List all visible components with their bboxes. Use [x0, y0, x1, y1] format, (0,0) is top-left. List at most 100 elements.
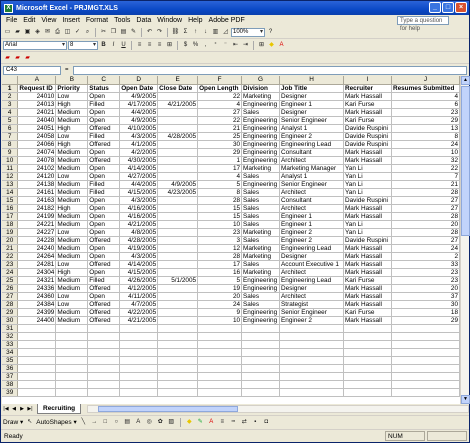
cell[interactable]: Mark Hassall — [343, 300, 392, 309]
cell[interactable]: Low — [55, 132, 89, 141]
cell[interactable]: Offered — [87, 284, 121, 293]
row-header[interactable]: 33 — [2, 340, 19, 349]
cell[interactable]: 24399 — [17, 308, 57, 317]
cell[interactable]: 4/7/2005 — [119, 300, 159, 309]
cell[interactable]: Open — [87, 172, 121, 181]
arrow-icon[interactable]: → — [90, 418, 99, 427]
cell[interactable]: 24138 — [17, 180, 57, 189]
cell[interactable]: Mark Hassall — [343, 244, 392, 253]
row-header[interactable]: 11 — [2, 164, 19, 173]
textbox-icon[interactable]: ▤ — [123, 418, 132, 427]
cell[interactable]: Sales — [241, 292, 281, 301]
cell[interactable]: Mark Hassall — [343, 268, 392, 277]
cell[interactable]: 16 — [197, 268, 243, 277]
cell[interactable] — [17, 332, 57, 341]
cell[interactable]: 5 — [197, 276, 243, 285]
row-header[interactable]: 4 — [2, 108, 19, 117]
row-header[interactable]: 22 — [2, 252, 19, 261]
menu-tools[interactable]: Tools — [111, 17, 133, 24]
cell[interactable]: 24 — [391, 244, 460, 253]
cell[interactable]: 4/1/2005 — [119, 140, 159, 149]
cell[interactable]: Engineer 2 — [279, 236, 344, 245]
cell[interactable]: 24102 — [17, 164, 57, 173]
cell[interactable]: Filled — [87, 100, 121, 109]
redo-icon[interactable]: ↷ — [155, 28, 164, 37]
pdf-review-icon[interactable]: ▰ — [23, 54, 32, 63]
first-sheet-icon[interactable]: |◀ — [2, 405, 10, 413]
cell[interactable] — [55, 388, 89, 397]
cell[interactable]: 24182 — [17, 204, 57, 213]
cell[interactable] — [87, 372, 121, 381]
cell[interactable] — [157, 356, 199, 365]
cell[interactable]: Marketing Manager — [279, 164, 344, 173]
align-left-icon[interactable]: ≡ — [135, 41, 144, 50]
cell[interactable]: 13 — [391, 124, 460, 133]
diagram-icon[interactable]: ◎ — [145, 418, 154, 427]
cell[interactable]: 24240 — [17, 244, 57, 253]
cell[interactable]: 24304 — [17, 268, 57, 277]
cell[interactable] — [157, 204, 199, 213]
cell[interactable] — [241, 332, 281, 341]
cell[interactable] — [391, 348, 460, 357]
increase-indent-icon[interactable]: ⇥ — [241, 41, 250, 50]
close-button[interactable]: × — [455, 2, 467, 13]
cell[interactable]: Kari Furse — [343, 276, 392, 285]
cell[interactable]: 27 — [197, 108, 243, 117]
cell[interactable] — [55, 340, 89, 349]
cell[interactable]: Mark Hassall — [343, 148, 392, 157]
cell[interactable]: Medium — [55, 116, 89, 125]
cell[interactable] — [241, 380, 281, 389]
cell[interactable]: Open — [87, 252, 121, 261]
last-sheet-icon[interactable]: ▶| — [26, 405, 34, 413]
cell[interactable] — [119, 340, 159, 349]
cell[interactable]: 4/21/2005 — [119, 316, 159, 325]
cell[interactable]: 24051 — [17, 124, 57, 133]
cell[interactable]: 10 — [197, 220, 243, 229]
cell[interactable]: 4/16/2005 — [119, 204, 159, 213]
cell[interactable]: Offered — [87, 308, 121, 317]
open-folder-icon[interactable]: ▰ — [13, 28, 22, 37]
cell[interactable] — [241, 348, 281, 357]
currency-icon[interactable]: $ — [181, 41, 190, 50]
cell[interactable]: Engineering Lead — [279, 276, 344, 285]
cell[interactable] — [119, 332, 159, 341]
cell[interactable]: 28 — [197, 196, 243, 205]
line-icon[interactable]: ╲ — [79, 418, 88, 427]
cell[interactable] — [119, 324, 159, 333]
column-title-cell[interactable]: Priority — [55, 84, 89, 93]
permission-icon[interactable]: ◈ — [33, 28, 42, 37]
cell[interactable]: Engineering — [241, 276, 281, 285]
cell[interactable]: Mark Hassall — [343, 260, 392, 269]
next-sheet-icon[interactable]: ▶ — [18, 405, 26, 413]
cell[interactable] — [279, 332, 344, 341]
cell[interactable]: Engineering — [241, 148, 281, 157]
column-header-e[interactable]: E — [157, 76, 199, 85]
horizontal-scrollbar[interactable] — [87, 405, 469, 413]
draw-fill-color-icon[interactable]: ◆ — [185, 418, 194, 427]
cell[interactable]: 29 — [197, 148, 243, 157]
cell[interactable] — [241, 388, 281, 397]
print-icon[interactable]: ⎙ — [53, 28, 62, 37]
copy-icon[interactable]: ❐ — [109, 28, 118, 37]
cell[interactable]: 12 — [197, 244, 243, 253]
cell[interactable]: Open — [87, 268, 121, 277]
cell[interactable] — [17, 388, 57, 397]
save-icon[interactable]: ▣ — [23, 28, 32, 37]
cell[interactable]: Architect — [279, 204, 344, 213]
cell[interactable] — [157, 212, 199, 221]
cell[interactable] — [157, 364, 199, 373]
cell[interactable]: 30 — [391, 300, 460, 309]
cell[interactable]: Marketing — [241, 92, 281, 101]
row-header[interactable]: 14 — [2, 188, 19, 197]
row-header[interactable]: 23 — [2, 260, 19, 269]
drawing-icon[interactable]: ◿ — [221, 28, 230, 37]
cell[interactable] — [157, 388, 199, 397]
email-icon[interactable]: ✉ — [43, 28, 52, 37]
cell[interactable]: Architect — [279, 268, 344, 277]
column-title-cell[interactable]: Open Length — [197, 84, 243, 93]
cell[interactable]: Mark Hassall — [343, 204, 392, 213]
3d-icon[interactable]: ◘ — [262, 418, 271, 427]
vertical-scrollbar[interactable]: ▲ ▼ — [460, 76, 470, 404]
help-icon[interactable]: ? — [266, 28, 275, 37]
cell[interactable]: Sales — [241, 204, 281, 213]
